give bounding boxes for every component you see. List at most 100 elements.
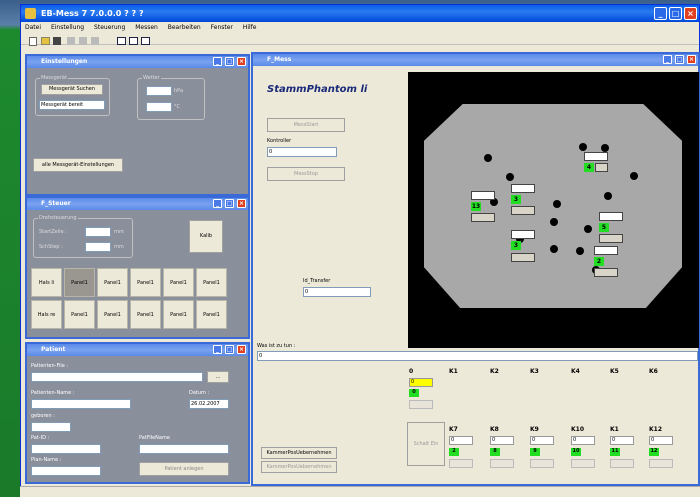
k0-value[interactable]: 0	[409, 378, 433, 387]
k-value[interactable]: 0	[649, 436, 673, 445]
panel1-button[interactable]: Panel1	[196, 268, 227, 297]
panel1-button[interactable]: Panel1	[130, 268, 161, 297]
maximize-button[interactable]: □	[225, 57, 234, 66]
k-box	[610, 459, 634, 468]
was-ist-zu-tun-field[interactable]: 0	[257, 351, 698, 361]
k-header: K12	[649, 426, 662, 433]
close-button[interactable]: ×	[237, 57, 246, 66]
alle-einstellungen-button[interactable]: alle Messgerät-Einstellungen	[33, 158, 123, 172]
k-green: 2	[449, 448, 459, 456]
minimize-button[interactable]: _	[213, 345, 222, 354]
copy-icon[interactable]	[79, 37, 87, 45]
menu-hilfe[interactable]: Hilfe	[243, 24, 257, 31]
patienten-name-field[interactable]	[31, 399, 131, 409]
maximize-button[interactable]: □	[675, 55, 684, 64]
close-button[interactable]: ×	[237, 199, 246, 208]
kontroller-field[interactable]: 0	[267, 147, 337, 157]
panel1-button[interactable]: Panel1	[64, 300, 95, 329]
maximize-button[interactable]: □	[669, 7, 682, 20]
kammerpos-uebernehmen-button[interactable]: KammerPosUebernehmen	[261, 447, 337, 459]
panel1-button[interactable]: Panel1	[163, 300, 194, 329]
messgeraet-bereit-field[interactable]: Messgerät bereit	[39, 100, 105, 110]
pat-id-field[interactable]	[31, 444, 101, 454]
marker-green: 5	[599, 223, 609, 232]
browse-button[interactable]: ...	[207, 371, 229, 383]
tile-vertical-icon[interactable]	[141, 37, 150, 45]
marker-dot	[550, 245, 558, 253]
k-header: K7	[449, 426, 458, 433]
schalt-ein-button[interactable]: Schalt Ein	[407, 422, 445, 466]
panel1-button[interactable]: Panel1	[196, 300, 227, 329]
geboren-label: geboren :	[31, 413, 55, 419]
kalib-button[interactable]: Kalib	[189, 220, 223, 253]
einstellungen-title-bar: Einstellungen _ □ ×	[27, 56, 248, 68]
startzeile-field[interactable]	[85, 227, 111, 237]
messgeraet-suchen-button[interactable]: Messgerät Suchen	[41, 84, 103, 95]
schritte-label: SchStep :	[39, 244, 63, 250]
save-icon[interactable]	[53, 37, 61, 45]
new-icon[interactable]	[29, 37, 37, 46]
menu-datei[interactable]: Datei	[25, 24, 41, 31]
cut-icon[interactable]	[67, 37, 75, 45]
k-value[interactable]: 0	[449, 436, 473, 445]
patient-anlegen-button[interactable]: Patient anlegen	[139, 462, 229, 476]
panel1-button[interactable]: Panel1	[64, 268, 95, 297]
tile-horizontal-icon[interactable]	[129, 37, 138, 45]
status-bar	[20, 486, 700, 497]
marker-green: 13	[471, 202, 481, 211]
k-green: 12	[649, 448, 659, 456]
toolbar	[21, 33, 699, 46]
patienten-file-label: Patienten-File :	[31, 363, 69, 369]
menu-bearbeiten[interactable]: Bearbeiten	[168, 24, 201, 31]
panel1-button[interactable]: Panel1	[163, 268, 194, 297]
marker-dot	[576, 247, 584, 255]
patienten-name-label: Patienten-Name :	[31, 390, 75, 396]
k-header: 0	[409, 368, 414, 375]
close-button[interactable]: ×	[684, 7, 697, 20]
paste-icon[interactable]	[91, 37, 99, 45]
k-value[interactable]: 0	[490, 436, 514, 445]
marker-value	[594, 246, 618, 255]
geboren-field[interactable]	[31, 422, 71, 432]
kammerpos-uebernehmen-button-2[interactable]: KammerPosUebernehmen	[261, 461, 337, 473]
datum-field[interactable]: 26.02.2007	[189, 399, 229, 409]
cascade-icon[interactable]	[117, 37, 126, 45]
close-button[interactable]: ×	[237, 345, 246, 354]
minimize-button[interactable]: _	[654, 7, 667, 20]
hals-re-button[interactable]: Hals re	[31, 300, 62, 329]
temperature-field[interactable]	[146, 102, 172, 112]
patfilename-field[interactable]	[139, 444, 229, 454]
menu-messen[interactable]: Messen	[135, 24, 158, 31]
k0-box	[409, 400, 433, 409]
k-green: 11	[610, 448, 620, 456]
panel1-button[interactable]: Panel1	[97, 300, 128, 329]
pressure-field[interactable]	[146, 86, 172, 96]
messstop-button[interactable]: MessStop	[267, 167, 345, 181]
patienten-file-field[interactable]	[31, 372, 203, 382]
k-value[interactable]: 0	[530, 436, 554, 445]
maximize-button[interactable]: □	[225, 199, 234, 208]
close-button[interactable]: ×	[687, 55, 696, 64]
startzeile-unit: mm	[114, 229, 124, 235]
menu-einstellung[interactable]: Einstellung	[51, 24, 84, 31]
marker-value	[471, 191, 495, 200]
maximize-button[interactable]: □	[225, 345, 234, 354]
schritte-field[interactable]	[85, 242, 111, 252]
panel1-button[interactable]: Panel1	[130, 300, 161, 329]
minimize-button[interactable]: _	[663, 55, 672, 64]
k-value[interactable]: 0	[610, 436, 634, 445]
minimize-button[interactable]: _	[213, 57, 222, 66]
pat-id-label: Pat-ID :	[31, 435, 50, 441]
mess-window: F_Mess _ □ × StammPhantom li MessStart K…	[251, 52, 700, 486]
menu-steuerung[interactable]: Steuerung	[94, 24, 125, 31]
hals-li-button[interactable]: Hals li	[31, 268, 62, 297]
minimize-button[interactable]: _	[213, 199, 222, 208]
steuer-title-bar: F_Steuer _ □ ×	[27, 198, 248, 210]
k-value[interactable]: 0	[571, 436, 595, 445]
menu-fenster[interactable]: Fenster	[211, 24, 233, 31]
open-icon[interactable]	[41, 37, 50, 45]
transfer-field[interactable]: 0	[303, 287, 371, 297]
messstart-button[interactable]: MessStart	[267, 118, 345, 132]
plan-name-field[interactable]	[31, 466, 101, 476]
panel1-button[interactable]: Panel1	[97, 268, 128, 297]
